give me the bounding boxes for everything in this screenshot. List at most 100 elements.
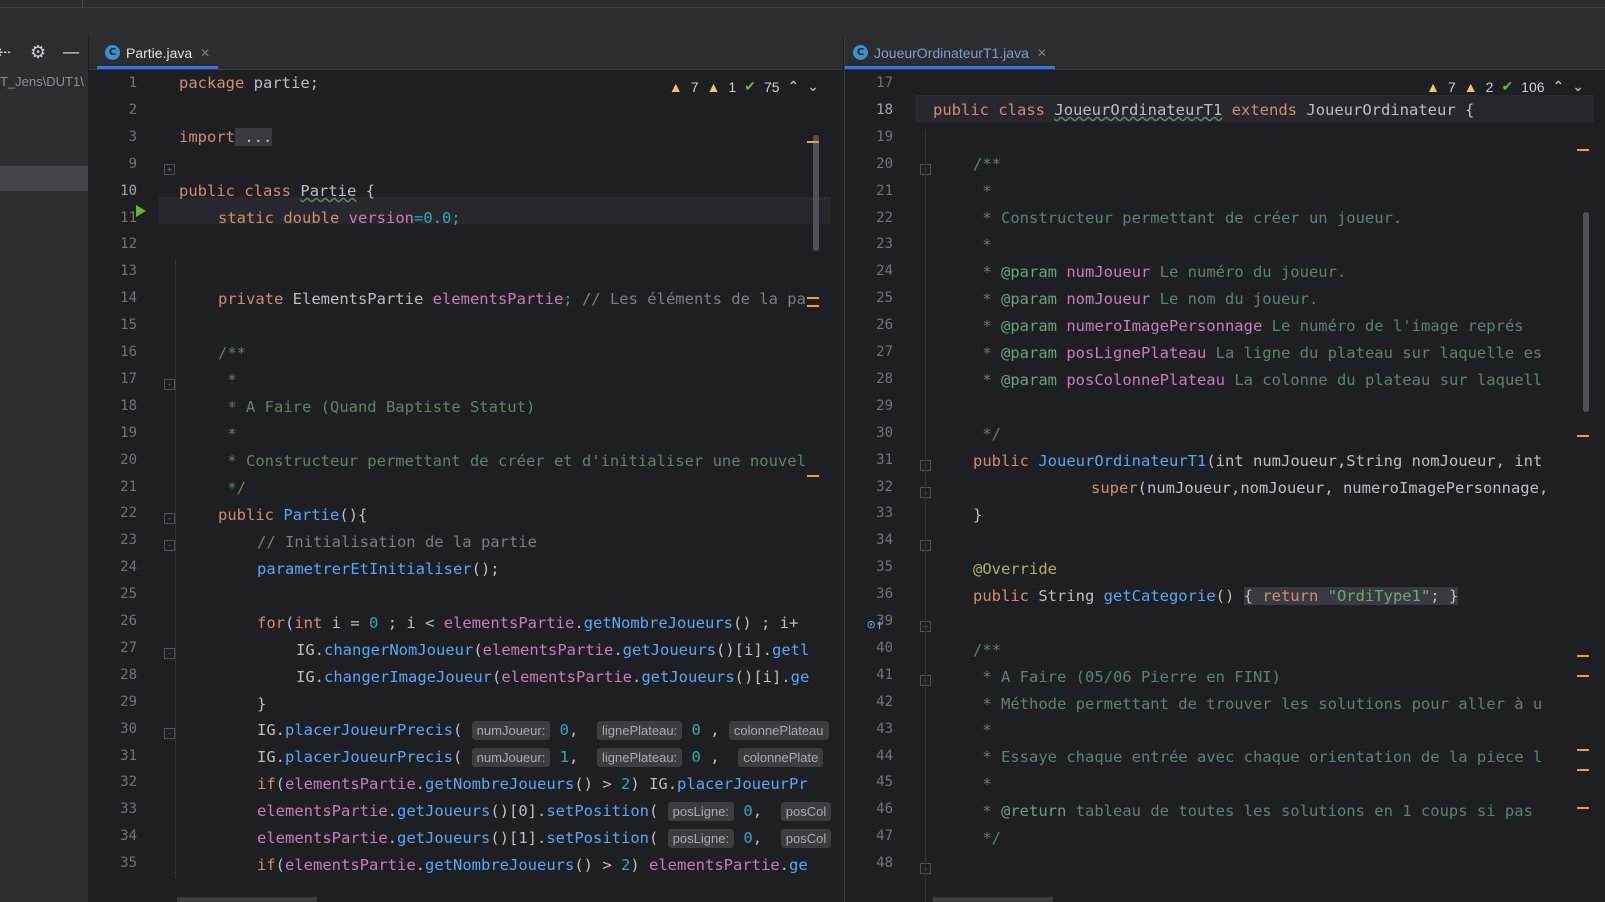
line-number[interactable]: 20 [845,156,893,172]
line-number[interactable]: 2 [89,102,137,118]
line-number[interactable]: 45 [845,774,893,790]
line-number[interactable]: 14 [89,290,137,306]
line-number[interactable]: 42 [845,694,893,710]
code-area-right[interactable]: 17 18 19 20 21 22 23 24 25 26 27 28 29 30 31 32 33 34 35 36… [845,69,1605,902]
line-number[interactable]: 22 [845,210,893,226]
line-number[interactable]: 3 [89,129,137,145]
vertical-scrollbar[interactable] [1583,212,1589,412]
line-number[interactable]: 31 [89,748,137,764]
line-number[interactable]: 16 [89,344,137,360]
tab-partie-java[interactable]: C Partie.java ✕ [97,36,219,69]
fold-icon[interactable]: - [164,379,175,390]
error-stripe-marker[interactable] [1577,769,1589,771]
minimize-icon[interactable]: — [62,42,80,63]
code-area-left[interactable]: 1 2 3 9 10 11 12 13 14 15 16 17 18 19 20 21 22 23 24 25 26 27… [89,69,843,902]
line-number[interactable]: 32 [845,479,893,495]
fold-icon[interactable]: + [164,164,175,175]
line-number[interactable]: 46 [845,801,893,817]
line-number[interactable]: 21 [845,183,893,199]
horizontal-scrollbar[interactable] [933,897,1053,902]
line-number[interactable]: 35 [89,855,137,871]
line-number[interactable]: 23 [89,532,137,548]
line-number[interactable]: 17 [845,75,893,91]
line-number[interactable]: 27 [89,640,137,656]
line-number[interactable]: 20 [89,452,137,468]
editor-left[interactable]: C Partie.java ✕ ▲ 7 ▲ 1 ✔ 75 ⌃ ⌄ 1 2 3 9 10 11 12… [89,36,843,902]
line-number[interactable]: 25 [845,290,893,306]
line-number[interactable]: 17 [89,371,137,387]
line-number[interactable]: 28 [89,667,137,683]
fold-icon[interactable]: - [164,513,175,524]
line-number[interactable]: 27 [845,344,893,360]
line-number[interactable]: 30 [845,425,893,441]
line-number[interactable]: 18 [845,102,893,118]
error-stripe-marker[interactable] [807,141,819,143]
project-path[interactable]: T_Jens\DUT1\ [0,74,84,89]
line-number[interactable]: 12 [89,236,137,252]
line-number[interactable]: 22 [89,505,137,521]
error-stripe-marker[interactable] [1577,807,1589,809]
error-stripe-marker[interactable] [1577,435,1589,437]
line-number[interactable]: 24 [845,263,893,279]
line-number[interactable]: 34 [845,532,893,548]
line-number[interactable]: 9 [89,156,137,172]
error-stripe-marker[interactable] [1577,749,1589,751]
line-number[interactable]: 29 [89,694,137,710]
error-stripe-marker[interactable] [1577,655,1589,657]
line-number[interactable]: 47 [845,828,893,844]
line-number[interactable]: 44 [845,748,893,764]
folded-imports[interactable]: ... [235,128,273,146]
line-number[interactable]: 36 [845,586,893,602]
line-number[interactable]: 23 [845,236,893,252]
line-number[interactable]: 13 [89,263,137,279]
line-number[interactable]: 43 [845,721,893,737]
doc-tag: @return [1001,802,1067,820]
line-number[interactable]: 33 [845,505,893,521]
project-panel: ⇠ ⚙ — T_Jens\DUT1\ [0,36,89,902]
line-number[interactable]: 41 [845,667,893,683]
line-number[interactable]: 28 [845,371,893,387]
indent-guide [925,129,926,902]
code-line: * A Faire (Quand Baptiste Statut) [218,398,536,416]
line-number[interactable]: 19 [845,129,893,145]
line-number[interactable]: 11 [89,210,137,226]
fold-icon[interactable]: - [164,648,175,659]
tab-joueur-ordinateur-t1-java[interactable]: C JoueurOrdinateurT1.java ✕ [845,36,1055,69]
run-icon[interactable] [136,205,146,217]
vertical-scrollbar[interactable] [813,135,819,251]
line-number[interactable]: 24 [89,559,137,575]
line-number[interactable]: 33 [89,801,137,817]
fold-icon[interactable]: - [164,540,175,551]
line-number[interactable]: 10 [89,183,137,199]
line-number[interactable]: 21 [89,479,137,495]
line-number[interactable]: 19 [89,425,137,441]
line-number[interactable]: 31 [845,452,893,468]
line-number[interactable]: 34 [89,828,137,844]
line-number[interactable]: 32 [89,774,137,790]
line-number[interactable]: 25 [89,586,137,602]
line-number[interactable]: 29 [845,398,893,414]
line-number[interactable]: 30 [89,721,137,737]
line-number[interactable]: 15 [89,317,137,333]
line-number[interactable]: 35 [845,559,893,575]
gear-icon[interactable]: ⚙ [30,42,46,63]
close-icon[interactable]: ✕ [200,46,210,60]
line-number[interactable]: 26 [89,613,137,629]
line-number[interactable]: 18 [89,398,137,414]
project-tree-selected-row[interactable] [0,166,88,191]
error-stripe-marker[interactable] [807,475,819,477]
line-number[interactable]: 26 [845,317,893,333]
line-number[interactable]: 40 [845,640,893,656]
fold-icon[interactable]: - [164,728,175,739]
error-stripe-marker[interactable] [807,305,819,307]
error-stripe-marker[interactable] [807,297,819,299]
line-number[interactable]: 48 [845,855,893,871]
arrow-left-icon[interactable]: ⇠ [0,42,11,63]
horizontal-scrollbar[interactable] [177,897,317,902]
error-stripe-marker[interactable] [1577,149,1589,151]
close-icon[interactable]: ✕ [1037,46,1047,60]
override-icon[interactable]: ⊙↑ [867,617,884,633]
line-number[interactable]: 1 [89,75,137,91]
editor-right[interactable]: C JoueurOrdinateurT1.java ✕ ▲ 7 ▲ 2 ✔ 106 ⌃… [844,36,1605,902]
error-stripe-marker[interactable] [1577,675,1589,677]
